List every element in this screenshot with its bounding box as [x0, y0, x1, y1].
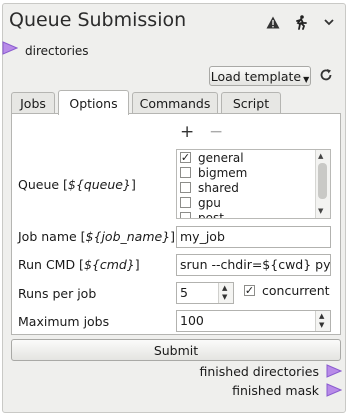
checkbox-gpu[interactable]: [180, 197, 191, 208]
step-down-icon[interactable]: ▼: [319, 321, 324, 329]
queue-label-text: Queue [: [18, 177, 68, 192]
concurrent-label: concurrent: [262, 283, 330, 298]
submit-button[interactable]: Submit: [11, 339, 341, 361]
tab-script[interactable]: Script: [221, 92, 281, 114]
scroll-up-icon[interactable]: ▲: [318, 152, 323, 160]
list-item-label: gpu: [198, 195, 221, 210]
load-template-button[interactable]: Load template ▼: [209, 66, 311, 86]
checkbox-general[interactable]: ✓: [180, 152, 191, 163]
run-cmd-label-text: Run CMD [: [18, 257, 84, 272]
step-up-icon[interactable]: ▲: [319, 312, 324, 320]
warning-icon[interactable]: [265, 14, 281, 30]
queue-variable: ${queue}: [67, 177, 131, 192]
run-cmd-variable: ${cmd}: [83, 257, 135, 272]
output-port-finished-directories[interactable]: [326, 364, 342, 378]
listbox-scrollbar[interactable]: ▲ ▼: [315, 150, 330, 218]
scroll-down-icon[interactable]: ▼: [318, 207, 323, 215]
concurrent-checkbox[interactable]: ✓: [244, 285, 255, 296]
run-cmd-label: Run CMD [${cmd}]: [18, 257, 140, 272]
list-item[interactable]: bigmem: [180, 165, 247, 180]
tab-options[interactable]: Options: [58, 90, 129, 115]
node-title: Queue Submission: [9, 9, 187, 31]
maximum-jobs-stepper[interactable]: ▲ ▼: [315, 311, 330, 331]
queue-submission-node: Queue Submission directories Load templa…: [2, 3, 346, 413]
job-name-input[interactable]: my_job: [176, 226, 331, 248]
chevron-down-icon[interactable]: [321, 14, 337, 30]
run-cmd-input[interactable]: srun --chdir=${cwd} pyt: [176, 254, 331, 276]
checkbox-post[interactable]: [180, 212, 191, 218]
queue-listbox[interactable]: ✓ general bigmem shared gpu post ▲ ▼: [176, 149, 331, 219]
job-name-label: Job name [${job_name}]: [18, 229, 175, 244]
runs-per-job-value: 5: [180, 285, 188, 300]
output-port-label-finished-directories: finished directories: [199, 364, 319, 379]
runs-per-job-label: Runs per job: [18, 286, 97, 301]
list-item[interactable]: ✓ general: [180, 150, 247, 165]
reload-icon[interactable]: [319, 68, 335, 84]
step-up-icon[interactable]: ▲: [222, 284, 227, 292]
job-name-label-text: Job name [: [18, 229, 86, 244]
queue-label-close: ]: [130, 177, 136, 192]
runs-per-job-stepper[interactable]: ▲ ▼: [218, 283, 233, 303]
output-port-finished-mask[interactable]: [326, 383, 342, 397]
tab-jobs-label: Jobs: [20, 96, 46, 111]
list-item-label: shared: [198, 180, 239, 195]
job-name-label-close: ]: [170, 229, 176, 244]
scrollbar-thumb[interactable]: [318, 163, 327, 199]
list-item[interactable]: post: [180, 210, 247, 219]
add-queue-button[interactable]: +: [180, 122, 194, 142]
list-item-label: bigmem: [198, 165, 248, 180]
tab-options-label: Options: [69, 95, 118, 111]
runner-icon[interactable]: [293, 14, 309, 30]
remove-queue-button[interactable]: −: [209, 122, 223, 142]
step-down-icon[interactable]: ▼: [222, 293, 227, 301]
maximum-jobs-value: 100: [180, 313, 204, 328]
output-port-label-finished-mask: finished mask: [232, 383, 319, 398]
concurrent-toggle[interactable]: ✓ concurrent: [244, 283, 330, 298]
queue-label: Queue [${queue}]: [18, 177, 136, 192]
tab-commands-label: Commands: [139, 96, 211, 111]
tab-commands[interactable]: Commands: [132, 92, 218, 114]
tab-bar: Jobs Options Commands Script: [11, 90, 341, 115]
maximum-jobs-spinbox[interactable]: 100 ▲ ▼: [176, 310, 331, 332]
maximum-jobs-label: Maximum jobs: [18, 314, 110, 329]
options-panel: + − Queue [${queue}] ✓ general bigmem sha…: [11, 113, 341, 335]
load-template-label: Load template: [210, 68, 302, 84]
node-header: Queue Submission: [9, 9, 339, 34]
checkbox-shared[interactable]: [180, 182, 191, 193]
tab-script-label: Script: [232, 96, 270, 111]
list-item[interactable]: shared: [180, 180, 247, 195]
tab-jobs[interactable]: Jobs: [11, 92, 55, 114]
list-item[interactable]: gpu: [180, 195, 247, 210]
list-item-label: general: [198, 150, 244, 165]
job-name-variable: ${job_name}: [85, 229, 171, 244]
run-cmd-label-close: ]: [134, 257, 140, 272]
list-item-label: post: [198, 210, 224, 219]
input-port-label: directories: [25, 44, 89, 58]
checkbox-bigmem[interactable]: [180, 167, 191, 178]
dropdown-caret-icon: ▼: [303, 74, 310, 84]
input-port-directories[interactable]: [2, 41, 18, 55]
runs-per-job-spinbox[interactable]: 5 ▲ ▼: [176, 282, 234, 304]
